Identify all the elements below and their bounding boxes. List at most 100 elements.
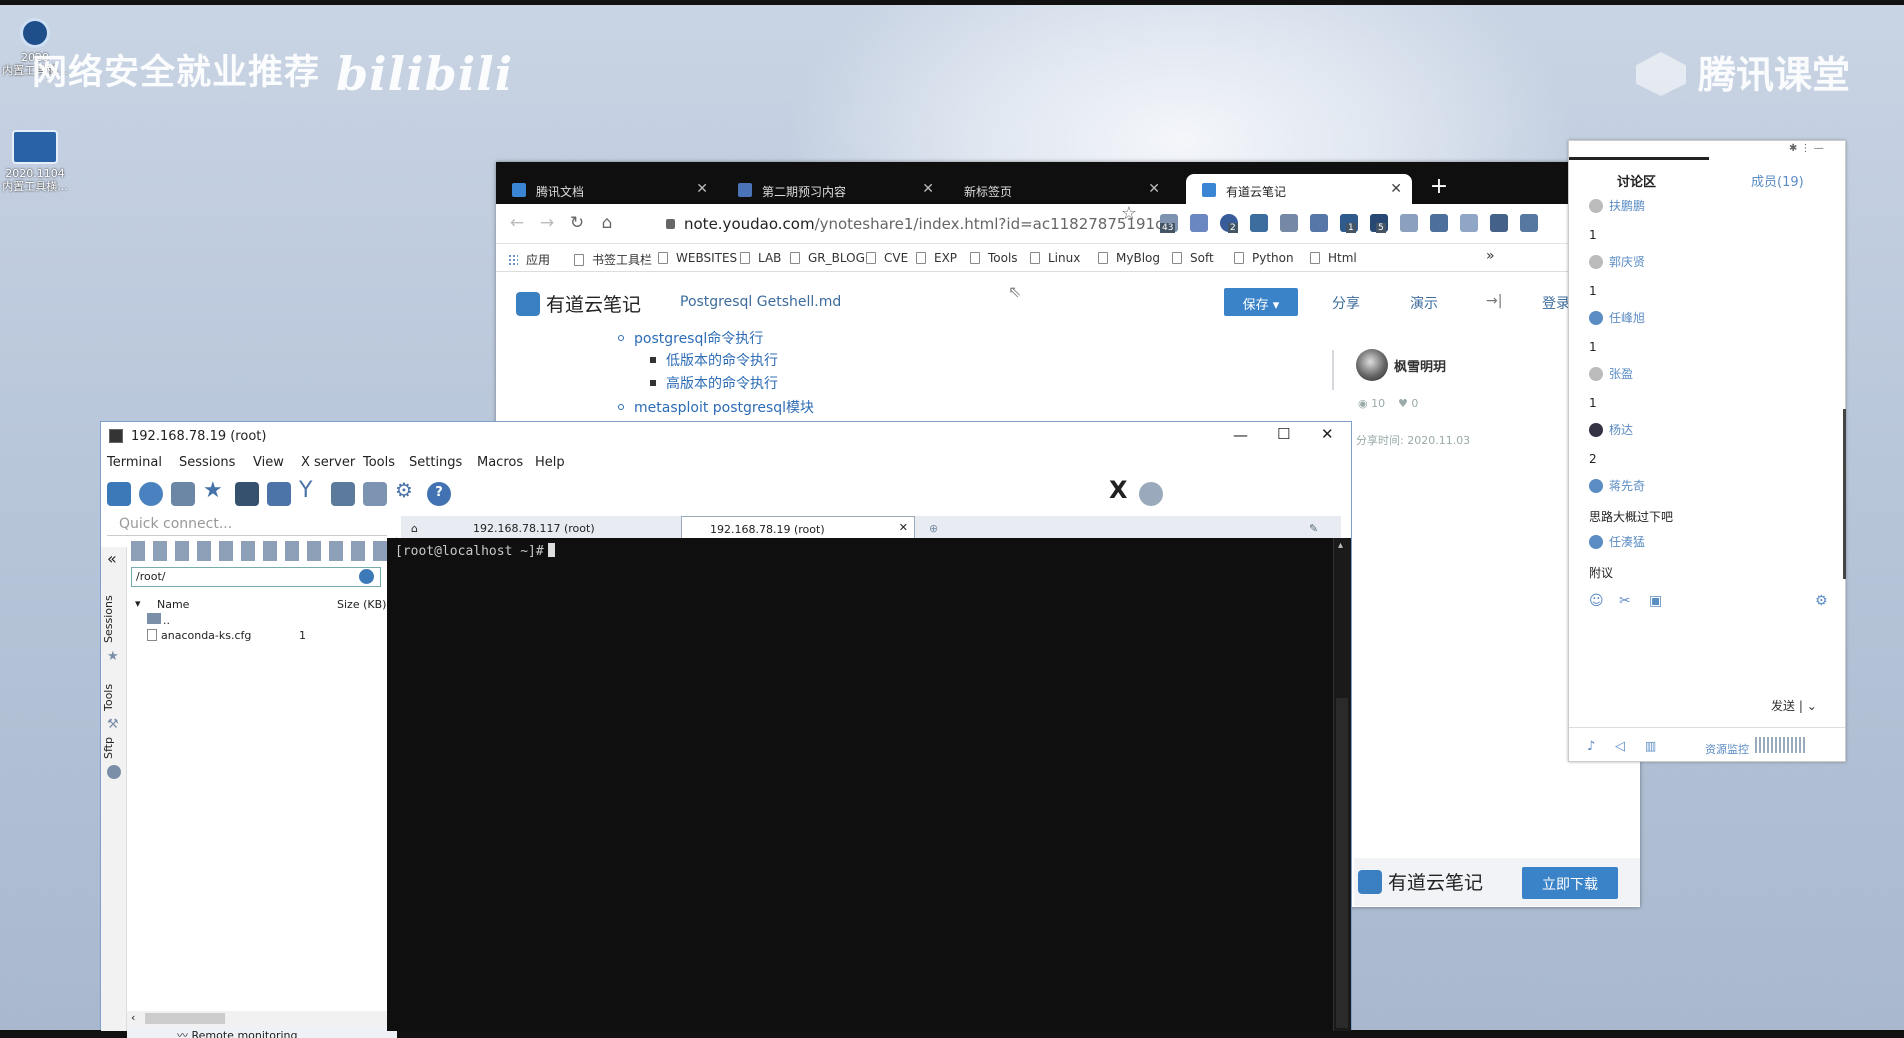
bookmark-item[interactable]: LAB	[740, 251, 781, 265]
apps-icon[interactable]	[1490, 214, 1508, 232]
sftp-toolbar[interactable]	[131, 541, 393, 561]
path-input[interactable]: /root/	[131, 567, 381, 587]
monitor-icon[interactable]	[235, 482, 259, 506]
close-icon[interactable]: ✕	[899, 521, 908, 534]
forward-icon[interactable]: →	[536, 213, 558, 235]
bookmark-item[interactable]: Html	[1310, 251, 1357, 265]
extension-icon[interactable]	[1310, 214, 1328, 232]
scissors-icon[interactable]: ✂	[1619, 593, 1631, 609]
home-icon[interactable]: ⌂	[596, 213, 618, 235]
menu-view[interactable]: View	[253, 455, 284, 470]
bookmark-item[interactable]: EXP	[916, 251, 957, 265]
tab-discussion[interactable]: 讨论区	[1617, 171, 1656, 190]
save-button[interactable]: 保存 ▾	[1224, 288, 1298, 316]
bookmark-apps[interactable]: 应用	[508, 251, 550, 268]
tab-members[interactable]: 成员(19)	[1751, 171, 1804, 190]
menu-help[interactable]: Help	[535, 455, 565, 470]
close-icon[interactable]: ✕	[696, 181, 708, 197]
microphone-icon[interactable]: ♪	[1587, 739, 1595, 754]
star-icon[interactable]: ☆	[1118, 203, 1140, 225]
confirm-path-icon[interactable]	[359, 569, 374, 584]
reload-icon[interactable]: ↻	[566, 213, 588, 235]
scrollbar[interactable]	[1843, 409, 1846, 579]
terminal-area[interactable]: [root@localhost ~]#	[387, 538, 1351, 1031]
settings-icon[interactable]: ⚙	[395, 478, 419, 502]
outline-subitem[interactable]: 低版本的命令执行	[650, 350, 778, 370]
packages-icon[interactable]	[363, 482, 387, 506]
settings-icon[interactable]: ⚙	[1815, 593, 1828, 609]
resource-monitor-label[interactable]: 资源监控	[1705, 741, 1749, 757]
servers-icon[interactable]	[139, 482, 163, 506]
help-icon[interactable]: ?	[427, 482, 451, 506]
chart-icon[interactable]	[1430, 214, 1448, 232]
bookmark-item[interactable]: WEBSITES	[658, 251, 737, 265]
remote-monitoring-bar[interactable]: 〰 Remote monitoring	[127, 1027, 397, 1038]
speaker-icon[interactable]: ◁	[1615, 739, 1625, 754]
close-icon[interactable]: ✕	[922, 181, 934, 197]
split-icon[interactable]	[267, 482, 291, 506]
send-button[interactable]: 发送 | ⌄	[1771, 697, 1817, 714]
outline-subitem[interactable]: 高版本的命令执行	[650, 373, 778, 393]
file-row[interactable]: anaconda-ks.cfg 1	[147, 629, 387, 642]
bookmarks-overflow[interactable]: »	[1486, 248, 1495, 264]
extension-icon[interactable]: 2	[1220, 214, 1238, 233]
bookmark-item[interactable]: GR_BLOG	[790, 251, 865, 265]
download-button[interactable]: 立即下载	[1522, 867, 1618, 899]
maximize-button[interactable]: ☐	[1277, 425, 1290, 443]
close-button[interactable]: ✕	[1321, 425, 1334, 443]
tools-icon[interactable]	[171, 482, 195, 506]
bookmark-item[interactable]: CVE	[866, 251, 908, 265]
attach-icon[interactable]: ✎	[1309, 516, 1318, 540]
desktop-icon-2[interactable]: 2020.1104 内置工具横...	[0, 130, 70, 193]
puzzle-icon[interactable]	[1520, 214, 1538, 232]
rail-tools[interactable]: Tools	[102, 684, 115, 711]
bookmark-item[interactable]: 书签工具栏	[574, 251, 652, 268]
menu-terminal[interactable]: Terminal	[107, 455, 162, 470]
new-tab-icon[interactable]: ⊕	[923, 516, 938, 540]
sort-icon[interactable]: ▾	[135, 597, 141, 610]
tab-tencent-docs[interactable]: 腾讯文档 ✕	[496, 174, 718, 204]
image-icon[interactable]: ▣	[1649, 593, 1662, 609]
scroll-thumb[interactable]	[1336, 698, 1348, 1028]
bookmark-item[interactable]: Tools	[970, 251, 1018, 265]
emoji-icon[interactable]: ☺	[1589, 593, 1604, 609]
scroll-up-icon[interactable]: ▴	[1338, 540, 1343, 551]
extension-icon[interactable]: 1	[1340, 214, 1358, 233]
tunnel-icon[interactable]	[331, 482, 355, 506]
export-icon[interactable]: →|	[1486, 293, 1502, 309]
multi-exec-icon[interactable]: Y	[299, 478, 323, 503]
close-icon[interactable]: ✕	[1148, 181, 1160, 197]
share-button[interactable]: 分享	[1332, 293, 1360, 313]
window-controls[interactable]: ✱ ⋮ —	[1789, 143, 1824, 154]
bookmark-item[interactable]: Python	[1234, 251, 1294, 265]
horizontal-scrollbar[interactable]: ‹›	[127, 1011, 397, 1027]
power-icon[interactable]	[1139, 482, 1163, 506]
bookmark-item[interactable]: Linux	[1030, 251, 1080, 265]
xserver-icon[interactable]: X	[1109, 476, 1133, 504]
bolt-icon[interactable]	[1460, 214, 1478, 232]
collapse-icon[interactable]: «	[107, 549, 117, 568]
bookmark-item[interactable]: MyBlog	[1098, 251, 1160, 265]
scroll-thumb[interactable]	[145, 1013, 225, 1024]
tab-new-tab[interactable]: 新标签页 ✕	[948, 174, 1170, 204]
outline-item[interactable]: postgresql命令执行	[618, 328, 763, 348]
sftp-icon[interactable]	[107, 765, 121, 779]
outline-item[interactable]: metasploit postgresql模块	[618, 397, 814, 417]
bookmark-item[interactable]: Soft	[1172, 251, 1214, 265]
column-size[interactable]: Size (KB)	[337, 598, 386, 611]
stats-icon[interactable]: ▥	[1645, 739, 1656, 753]
extension-icon[interactable]	[1190, 214, 1208, 232]
menu-tools[interactable]: Tools	[363, 455, 395, 470]
session-tab-active[interactable]: 192.168.78.19 (root) ✕	[681, 516, 915, 540]
column-name[interactable]: Name	[157, 598, 189, 611]
rail-sessions[interactable]: Sessions	[102, 595, 115, 643]
tab-youdao-note[interactable]: 有道云笔记 ✕	[1186, 174, 1412, 204]
minimize-button[interactable]: —	[1233, 426, 1248, 444]
menu-settings[interactable]: Settings	[409, 455, 462, 470]
tab-preview-content[interactable]: 第二期预习内容 ✕	[722, 174, 944, 204]
quick-connect-input[interactable]: Quick connect...	[107, 514, 387, 536]
wrench-icon[interactable]: ⚒	[107, 717, 119, 732]
scroll-left-icon[interactable]: ‹	[131, 1011, 135, 1024]
extension-icon[interactable]: 5	[1370, 214, 1388, 233]
file-row[interactable]: ..	[147, 613, 170, 627]
